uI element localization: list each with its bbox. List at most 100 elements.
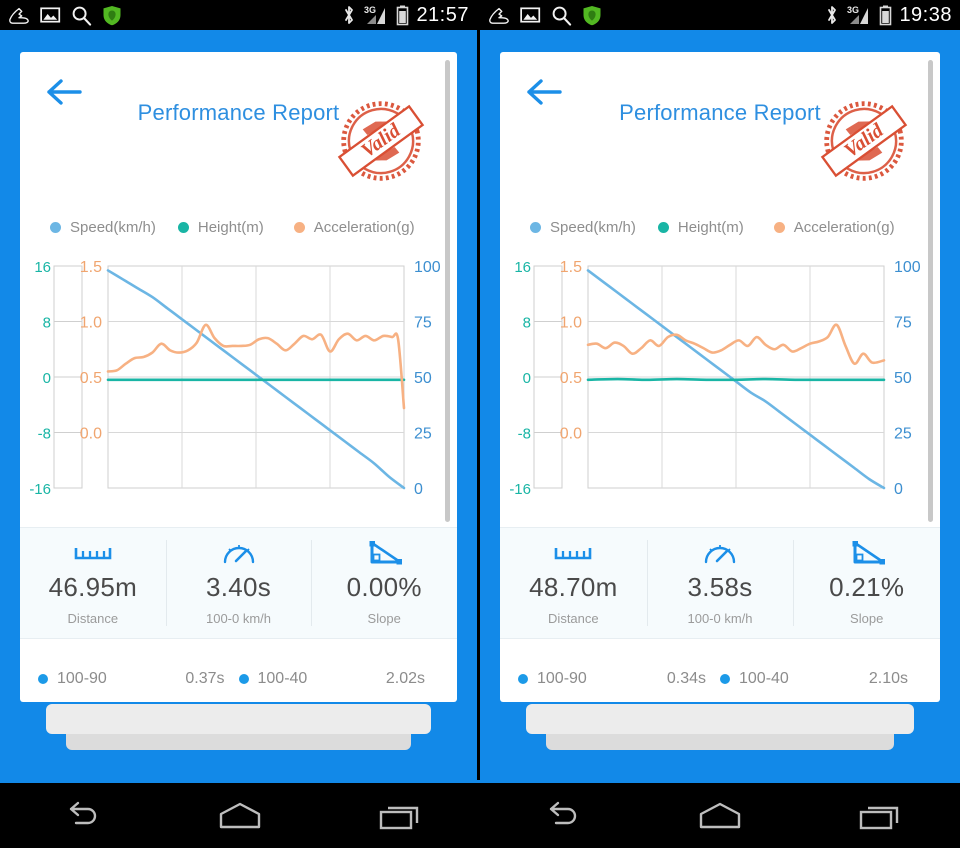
shoe-icon xyxy=(489,7,509,24)
svg-text:75: 75 xyxy=(894,315,912,332)
recents-nav-icon xyxy=(379,806,419,829)
shoe-icon xyxy=(9,7,29,24)
svg-text:1.0: 1.0 xyxy=(560,315,582,332)
timing-item: 100-90 0.34s xyxy=(518,670,720,688)
card-stack-mid xyxy=(526,704,914,734)
stat-label: Slope xyxy=(367,611,401,626)
report-card: Performance Report Valid Speed(km/h) Height… xyxy=(20,52,457,702)
card-header: Performance Report Valid xyxy=(500,52,940,212)
timing-row: 100-90 0.34s 100-40 2.10s xyxy=(500,639,940,702)
slope-icon xyxy=(369,541,403,565)
timing-bullet-icon xyxy=(38,674,48,684)
performance-chart: 16 8 0 -8 -16 1.5 1.0 0.5 0.0 100 75 50 25 0 xyxy=(509,259,920,498)
stat-value: 0.00% xyxy=(346,572,422,602)
speedometer-icon-wrap xyxy=(698,540,742,566)
phone-pane-left: 3G 21:57 Performance Report Valid Speed(km/h… xyxy=(0,0,480,780)
stat-100-0-km-h: 3.40s 100-0 km/h xyxy=(165,528,312,638)
battery-icon xyxy=(397,5,409,26)
phone-pane-right: 3G 19:38 Performance Report Valid Speed(km/h… xyxy=(480,0,960,780)
svg-text:50: 50 xyxy=(414,370,432,387)
chart-legend: Speed(km/h) Height(m) Acceleration(g) xyxy=(500,212,940,242)
ruler-icon xyxy=(74,548,112,560)
recents-nav-icon xyxy=(859,806,899,829)
android-nav-bar xyxy=(0,780,960,848)
chart-container: 16 8 0 -8 -16 1.5 1.0 0.5 0.0 100 75 50 25 0 xyxy=(20,242,457,527)
status-bar-right-icons: 3G 21:57 xyxy=(342,4,469,27)
chart-series-line xyxy=(586,377,886,382)
svg-text:-8: -8 xyxy=(518,426,531,443)
timing-value: 0.34s xyxy=(666,670,706,687)
back-nav-icon xyxy=(69,801,97,824)
legend-item[interactable]: Acceleration(g) xyxy=(293,218,415,236)
timing-bullet-icon xyxy=(238,674,249,684)
report-card: Performance Report Valid Speed(km/h) Height… xyxy=(500,52,940,702)
legend-label: Speed(km/h) xyxy=(550,218,636,236)
back-nav-icon xyxy=(549,801,577,824)
legend-label: Height(m) xyxy=(197,218,264,236)
svg-text:0: 0 xyxy=(894,481,903,498)
legend-item[interactable]: Height(m) xyxy=(657,218,744,236)
slope-icon-wrap xyxy=(362,540,406,566)
status-bar-right-icons: 3G 19:38 xyxy=(825,4,952,27)
recents-nav-button[interactable] xyxy=(845,793,915,839)
status-bar-left-icons xyxy=(8,5,122,26)
svg-text:3G: 3G xyxy=(847,5,859,15)
stat-value: 0.21% xyxy=(829,572,905,602)
shield-icon xyxy=(583,5,601,25)
stat-label: Distance xyxy=(67,611,119,626)
stat-value: 3.58s xyxy=(687,572,753,602)
android-nav-bar-right xyxy=(480,783,960,848)
app-background: Performance Report Valid Speed(km/h) Height… xyxy=(480,30,960,780)
stat-value: 48.70m xyxy=(529,572,618,602)
android-status-bar: 3G 19:38 xyxy=(480,0,960,30)
image-icon xyxy=(520,7,541,23)
recents-nav-button[interactable] xyxy=(365,793,435,839)
dual-pane-container: 3G 21:57 Performance Report Valid Speed(km/h… xyxy=(0,0,960,780)
timing-label: 100-40 xyxy=(739,670,789,687)
back-nav-button[interactable] xyxy=(525,793,595,839)
device-screenshot: 3G 21:57 Performance Report Valid Speed(km/h… xyxy=(0,0,960,848)
legend-item[interactable]: Speed(km/h) xyxy=(530,219,636,236)
legend-label: Acceleration(g) xyxy=(793,218,895,236)
app-background: Performance Report Valid Speed(km/h) Height… xyxy=(0,30,477,780)
stat-slope: 0.21% Slope xyxy=(793,528,940,638)
ruler-icon-wrap xyxy=(71,540,115,566)
home-nav-button[interactable] xyxy=(205,793,275,839)
bluetooth-icon xyxy=(828,6,837,24)
svg-text:0.0: 0.0 xyxy=(80,426,102,443)
3g-signal-icon: 3G xyxy=(847,5,869,24)
stat-label: Slope xyxy=(850,611,884,626)
home-nav-icon xyxy=(219,802,261,828)
valid-stamp-icon: Valid xyxy=(820,101,908,181)
legend-item[interactable]: Acceleration(g) xyxy=(773,218,895,236)
back-nav-button[interactable] xyxy=(45,793,115,839)
legend-label: Acceleration(g) xyxy=(313,218,415,236)
svg-text:0: 0 xyxy=(43,370,51,387)
svg-text:-16: -16 xyxy=(509,481,531,498)
timing-label: 100-90 xyxy=(57,670,107,687)
slope-icon xyxy=(852,541,885,565)
legend-item[interactable]: Speed(km/h) xyxy=(50,219,156,236)
svg-text:1.5: 1.5 xyxy=(560,259,582,276)
svg-text:16: 16 xyxy=(34,259,51,276)
legend-item[interactable]: Height(m) xyxy=(177,218,264,236)
svg-text:-8: -8 xyxy=(38,426,51,443)
home-nav-button[interactable] xyxy=(685,793,755,839)
svg-text:1.5: 1.5 xyxy=(80,259,102,276)
valid-stamp-icon: Valid xyxy=(337,101,425,181)
timing-value: 2.02s xyxy=(385,670,425,687)
card-stack-mid xyxy=(46,704,431,734)
timing-row: 100-90 0.37s 100-40 2.02s xyxy=(20,639,457,702)
speedometer-icon xyxy=(704,545,736,564)
svg-text:3G: 3G xyxy=(364,5,376,15)
svg-text:50: 50 xyxy=(894,370,912,387)
legend-label: Height(m) xyxy=(677,218,744,236)
svg-text:8: 8 xyxy=(43,315,51,332)
3g-signal-icon: 3G xyxy=(364,5,386,24)
svg-text:25: 25 xyxy=(414,426,432,443)
chart-container: 16 8 0 -8 -16 1.5 1.0 0.5 0.0 100 75 50 25 0 xyxy=(500,242,940,527)
android-status-bar: 3G 21:57 xyxy=(0,0,477,30)
home-nav-icon xyxy=(699,802,741,828)
timing-item: 100-40 2.10s xyxy=(720,670,922,688)
stat-value: 3.40s xyxy=(205,572,272,602)
